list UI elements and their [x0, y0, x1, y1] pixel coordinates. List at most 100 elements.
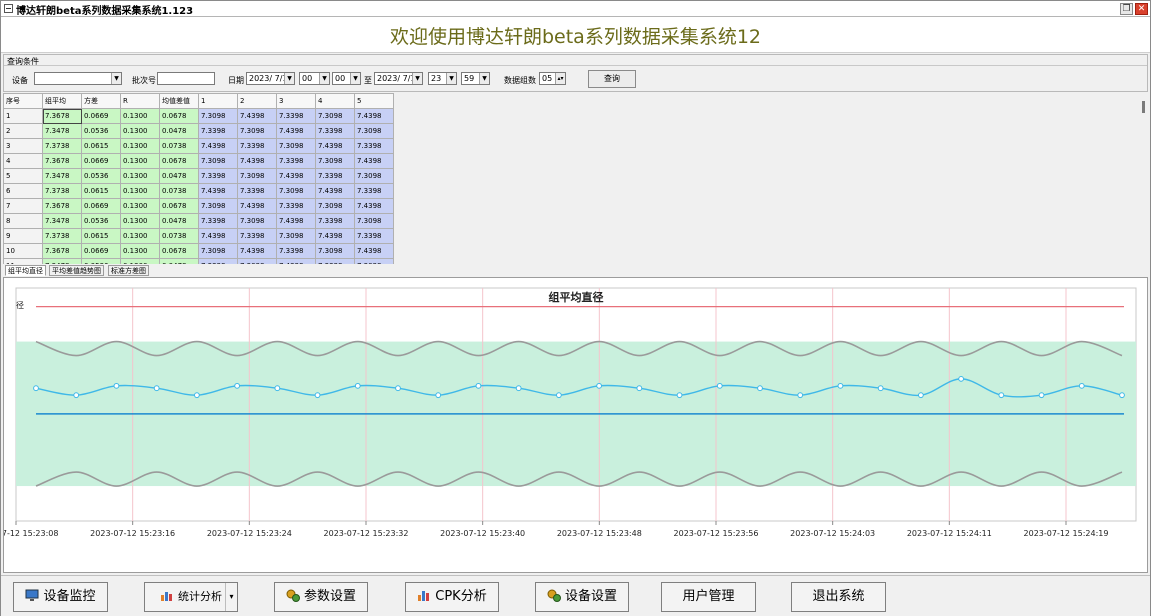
table-row[interactable]: 4 7.3678 0.0669 0.1300 0.0678 7.3098 7.4398 7.3… — [3, 153, 394, 169]
table-cell[interactable]: 0.0615 — [81, 228, 121, 244]
start-minute-select[interactable]: 00 ▼ — [332, 72, 361, 85]
chevron-down-icon[interactable]: ▼ — [111, 73, 121, 84]
table-row[interactable]: 1 7.3678 0.0669 0.1300 0.0678 7.3098 7.4398 7.3… — [3, 108, 394, 124]
table-cell[interactable]: 0.1300 — [120, 243, 160, 259]
table-cell[interactable]: 0.1300 — [120, 213, 160, 229]
table-cell[interactable]: 7.4398 — [315, 183, 355, 199]
table-cell[interactable]: 0.0738 — [159, 138, 199, 154]
table-cell[interactable]: 7.4398 — [276, 258, 316, 264]
table-cell[interactable]: 1 — [3, 108, 43, 124]
chevron-down-icon[interactable]: ▼ — [284, 73, 294, 84]
table-cell[interactable]: 7.4398 — [198, 183, 238, 199]
table-cell[interactable]: 0.0536 — [81, 213, 121, 229]
table-cell[interactable]: 7.3398 — [198, 258, 238, 264]
table-cell[interactable]: 7.4398 — [315, 228, 355, 244]
table-cell[interactable]: 7.3398 — [198, 123, 238, 139]
table-cell[interactable]: 7.3478 — [42, 123, 82, 139]
column-header[interactable]: R — [120, 93, 160, 109]
column-header[interactable]: 方差 — [81, 93, 121, 109]
restore-button[interactable]: ❐ — [1120, 3, 1133, 15]
chevron-down-icon[interactable]: ▼ — [412, 73, 422, 84]
column-header[interactable]: 2 — [237, 93, 277, 109]
table-cell[interactable]: 7.3098 — [237, 168, 277, 184]
table-cell[interactable]: 7.3398 — [354, 183, 394, 199]
table-cell[interactable]: 7 — [3, 198, 43, 214]
chevron-down-icon[interactable]: ▾ — [225, 583, 237, 611]
table-row[interactable]: 8 7.3478 0.0536 0.1300 0.0478 7.3398 7.3098 7.4… — [3, 213, 394, 229]
table-cell[interactable]: 7.3738 — [42, 183, 82, 199]
table-cell[interactable]: 7.3098 — [354, 123, 394, 139]
table-cell[interactable]: 7.3478 — [42, 168, 82, 184]
table-cell[interactable]: 7.3398 — [315, 258, 355, 264]
tab-average-diff-trend[interactable]: 平均差值趋势图 — [49, 265, 104, 276]
table-row[interactable]: 2 7.3478 0.0536 0.1300 0.0478 7.3398 7.3098 7.4… — [3, 123, 394, 139]
table-cell[interactable]: 0.1300 — [120, 258, 160, 264]
table-cell[interactable]: 7.3398 — [276, 243, 316, 259]
table-cell[interactable]: 0.0738 — [159, 183, 199, 199]
table-cell[interactable]: 7.3098 — [315, 243, 355, 259]
table-cell[interactable]: 0.1300 — [120, 168, 160, 184]
device-monitor-button[interactable]: 设备监控 — [13, 582, 108, 612]
table-cell[interactable]: 7.3098 — [237, 213, 277, 229]
close-button[interactable]: ✕ — [1135, 3, 1148, 15]
spinner-icon[interactable]: ▴▾ — [555, 73, 565, 84]
table-cell[interactable]: 7.4398 — [237, 243, 277, 259]
stats-analysis-button[interactable]: 统计分析 ▾ — [144, 582, 238, 612]
table-cell[interactable]: 0.0678 — [159, 243, 199, 259]
table-cell[interactable]: 0.1300 — [120, 183, 160, 199]
table-cell[interactable]: 0.0478 — [159, 258, 199, 264]
table-cell[interactable]: 7.4398 — [276, 213, 316, 229]
table-cell[interactable]: 11 — [3, 258, 43, 264]
table-cell[interactable]: 0.0678 — [159, 108, 199, 124]
batch-input[interactable] — [157, 72, 215, 85]
table-cell[interactable]: 7.3398 — [354, 138, 394, 154]
table-cell[interactable]: 7.4398 — [354, 198, 394, 214]
table-cell[interactable]: 0.1300 — [120, 153, 160, 169]
table-cell[interactable]: 7.3098 — [276, 138, 316, 154]
table-cell[interactable]: 0.0478 — [159, 123, 199, 139]
table-cell[interactable]: 0.0669 — [81, 108, 121, 124]
chevron-down-icon[interactable]: ▼ — [319, 73, 329, 84]
table-cell[interactable]: 7.3398 — [198, 168, 238, 184]
chevron-down-icon[interactable]: ▼ — [350, 73, 360, 84]
table-cell[interactable]: 7.3398 — [198, 213, 238, 229]
chevron-down-icon[interactable]: ▼ — [479, 73, 489, 84]
table-cell[interactable]: 7.4398 — [315, 138, 355, 154]
table-cell[interactable]: 7.4398 — [276, 168, 316, 184]
table-cell[interactable]: 7.4398 — [354, 243, 394, 259]
table-cell[interactable]: 7.4398 — [198, 138, 238, 154]
table-row[interactable]: 9 7.3738 0.0615 0.1300 0.0738 7.4398 7.3398 7.3… — [3, 228, 394, 244]
table-cell[interactable]: 8 — [3, 213, 43, 229]
table-cell[interactable]: 0.0615 — [81, 183, 121, 199]
table-cell[interactable]: 7.3398 — [315, 168, 355, 184]
table-cell[interactable]: 7.3478 — [42, 213, 82, 229]
table-cell[interactable]: 7.3098 — [237, 258, 277, 264]
table-cell[interactable]: 0.0669 — [81, 153, 121, 169]
table-row[interactable]: 5 7.3478 0.0536 0.1300 0.0478 7.3398 7.3098 7.4… — [3, 168, 394, 184]
table-cell[interactable]: 7.3098 — [198, 153, 238, 169]
table-cell[interactable]: 10 — [3, 243, 43, 259]
user-management-button[interactable]: 用户管理 — [661, 582, 756, 612]
column-header[interactable]: 序号 — [3, 93, 43, 109]
table-cell[interactable]: 0.1300 — [120, 123, 160, 139]
table-cell[interactable]: 7.3678 — [42, 198, 82, 214]
table-cell[interactable]: 7.4398 — [276, 123, 316, 139]
table-cell[interactable]: 7.3398 — [237, 183, 277, 199]
query-button[interactable]: 查询 — [588, 70, 636, 88]
table-cell[interactable]: 7.3738 — [42, 138, 82, 154]
table-cell[interactable]: 7.3098 — [315, 153, 355, 169]
table-cell[interactable]: 7.3098 — [276, 183, 316, 199]
table-cell[interactable]: 7.4398 — [354, 153, 394, 169]
table-cell[interactable]: 0.1300 — [120, 198, 160, 214]
table-row[interactable]: 10 7.3678 0.0669 0.1300 0.0678 7.3098 7.4398 7.… — [3, 243, 394, 259]
table-cell[interactable]: 7.3098 — [354, 168, 394, 184]
group-count-stepper[interactable]: 05 ▴▾ — [539, 72, 566, 85]
table-cell[interactable]: 0.0678 — [159, 153, 199, 169]
table-row[interactable]: 3 7.3738 0.0615 0.1300 0.0738 7.4398 7.3398 7.3… — [3, 138, 394, 154]
table-cell[interactable]: 0.1300 — [120, 228, 160, 244]
table-cell[interactable]: 0.0615 — [81, 138, 121, 154]
table-row[interactable]: 6 7.3738 0.0615 0.1300 0.0738 7.4398 7.3398 7.3… — [3, 183, 394, 199]
table-cell[interactable]: 4 — [3, 153, 43, 169]
table-cell[interactable]: 0.0669 — [81, 243, 121, 259]
table-cell[interactable]: 9 — [3, 228, 43, 244]
